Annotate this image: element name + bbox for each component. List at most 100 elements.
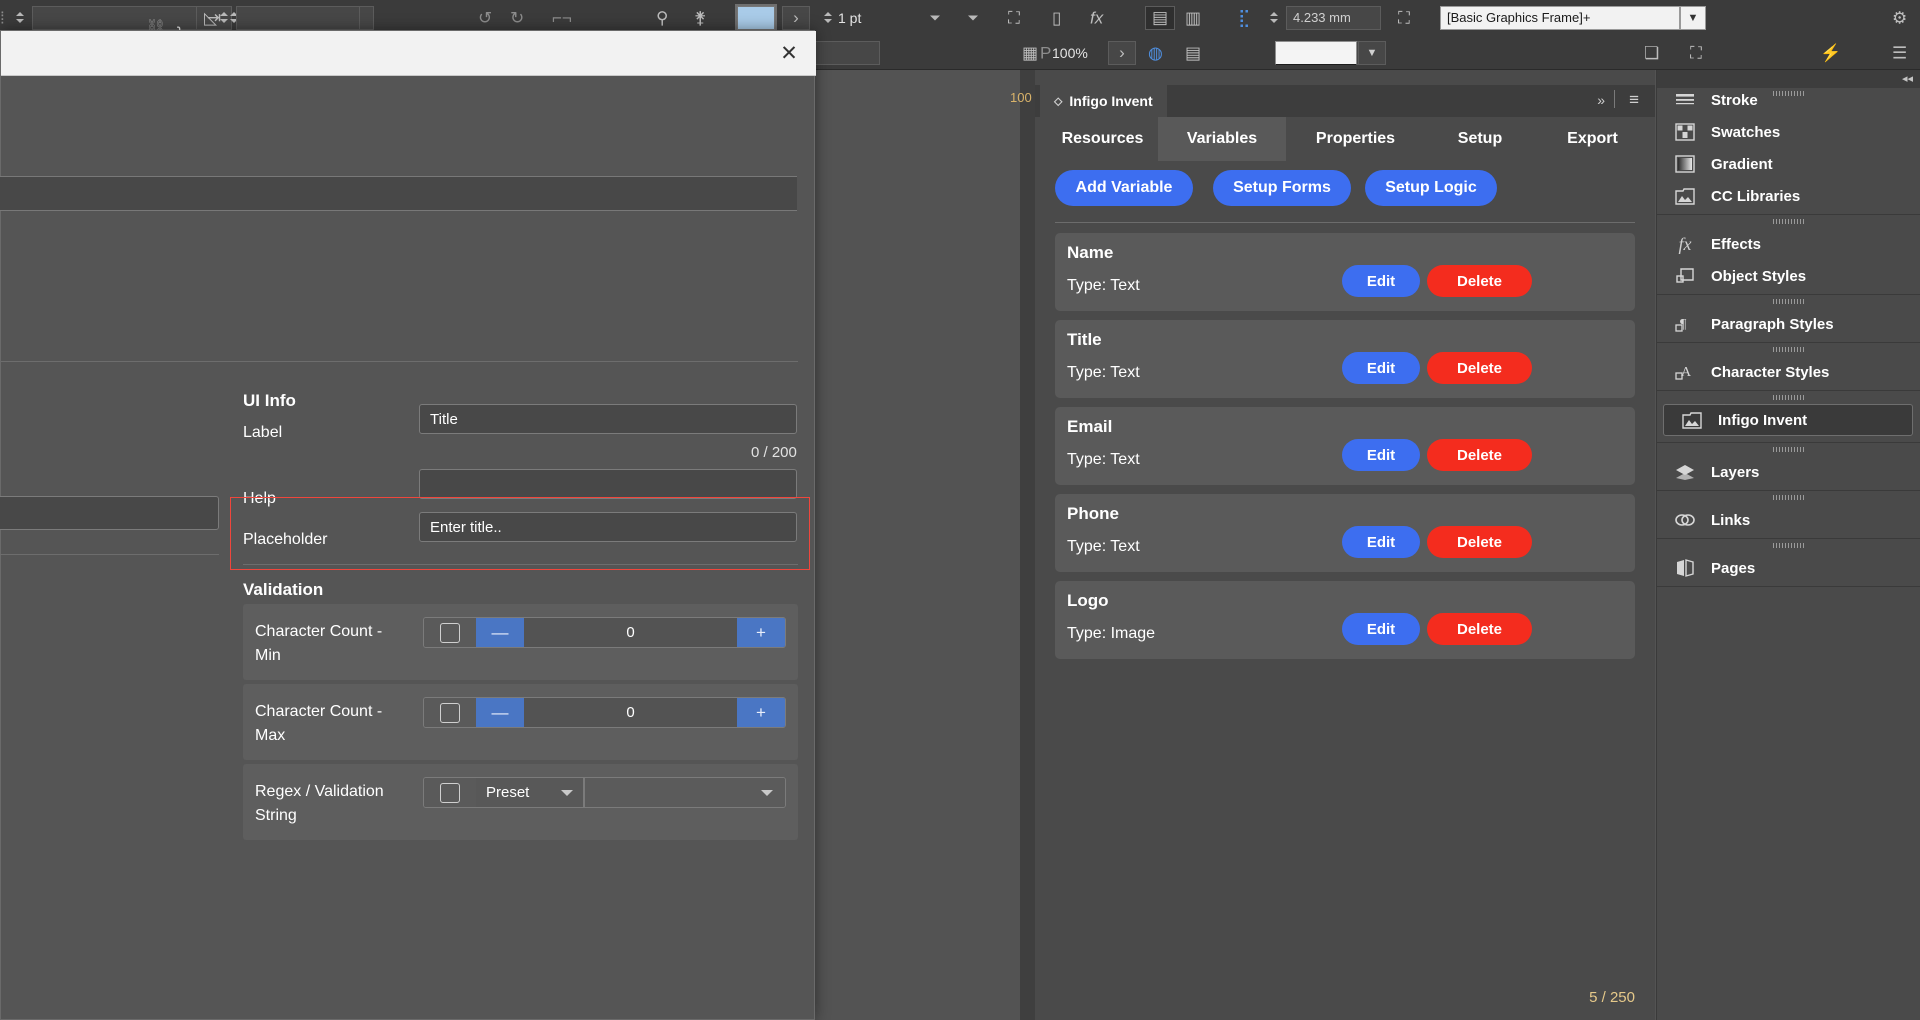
sidebar-item-gradient[interactable]: Gradient bbox=[1657, 148, 1920, 180]
invent-panel-tab[interactable]: ⬦ Infigo Invent bbox=[1040, 85, 1167, 117]
char-count-max-decrement-button[interactable]: — bbox=[476, 698, 524, 727]
gap-value-field[interactable]: 4.233 mm bbox=[1286, 5, 1381, 30]
dock-grip[interactable] bbox=[1657, 540, 1920, 550]
clear-transform-icon[interactable]: ⛶ bbox=[1690, 44, 1702, 61]
sidebar-item-links[interactable]: Links bbox=[1657, 504, 1920, 536]
variable-card-phone[interactable]: Phone Type: Text Edit Delete bbox=[1055, 494, 1635, 572]
duplicate-icon[interactable]: ❏ bbox=[1644, 44, 1659, 61]
object-style-field[interactable]: [Basic Graphics Frame]+ bbox=[1440, 5, 1680, 30]
partial-field-left-upper[interactable] bbox=[0, 496, 219, 530]
flip-v-icon[interactable]: ⚵ bbox=[694, 9, 706, 26]
tab-properties[interactable]: Properties bbox=[1288, 117, 1423, 161]
text-column-icon[interactable]: ▥ bbox=[1185, 9, 1201, 26]
add-variable-button[interactable]: Add Variable bbox=[1055, 170, 1193, 206]
panel-options-menu-icon[interactable]: ≡ bbox=[1629, 90, 1639, 110]
align-field[interactable] bbox=[32, 5, 222, 30]
gap-stepper[interactable] bbox=[1268, 6, 1280, 30]
gap-icon[interactable]: ⣏ bbox=[1238, 9, 1250, 26]
transparency-grid-icon[interactable]: ▦ bbox=[1022, 44, 1038, 61]
char-count-max-checkbox[interactable] bbox=[424, 698, 476, 727]
expand-panels-icon[interactable]: » bbox=[1597, 92, 1605, 108]
sidebar-item-effects[interactable]: fx Effects bbox=[1657, 228, 1920, 260]
edit-button[interactable]: Edit bbox=[1342, 439, 1420, 471]
help-input[interactable] bbox=[419, 469, 797, 499]
align-stepper[interactable] bbox=[14, 6, 26, 30]
swatch-more-button[interactable]: › bbox=[782, 5, 810, 30]
sidebar-item-layers[interactable]: Layers bbox=[1657, 456, 1920, 488]
sidebar-item-swatches[interactable]: Swatches bbox=[1657, 116, 1920, 148]
close-icon[interactable]: ✕ bbox=[776, 41, 802, 67]
opacity-more-button[interactable]: › bbox=[1108, 40, 1136, 65]
vertical-align-icon[interactable]: ▤ bbox=[1185, 44, 1201, 61]
stroke-weight-value[interactable]: 1 pt bbox=[838, 10, 861, 26]
dock-grip[interactable] bbox=[1657, 344, 1920, 354]
tab-setup[interactable]: Setup bbox=[1425, 117, 1535, 161]
delete-button[interactable]: Delete bbox=[1427, 439, 1532, 471]
char-count-min-checkbox[interactable] bbox=[424, 618, 476, 647]
rotate-cw-icon[interactable]: ↻ bbox=[510, 9, 524, 26]
align-menu-icon[interactable]: ⁞ bbox=[0, 9, 5, 26]
char-count-max-value[interactable]: 0 bbox=[524, 698, 737, 727]
flip-h-icon[interactable]: ⚲ bbox=[656, 9, 668, 26]
gear-icon[interactable]: ⚙ bbox=[1892, 9, 1907, 26]
edit-button[interactable]: Edit bbox=[1342, 265, 1420, 297]
setup-forms-button[interactable]: Setup Forms bbox=[1213, 170, 1351, 206]
rotate-ccw-icon[interactable]: ↺ bbox=[478, 9, 492, 26]
stroke-weight-chevron-down-icon[interactable] bbox=[930, 15, 940, 20]
variable-card-email[interactable]: Email Type: Text Edit Delete bbox=[1055, 407, 1635, 485]
char-count-min-decrement-button[interactable]: — bbox=[476, 618, 524, 647]
char-count-min-increment-button[interactable]: + bbox=[737, 618, 785, 647]
char-count-max-stepper[interactable]: — 0 + bbox=[423, 697, 786, 728]
taper-stepper[interactable] bbox=[218, 6, 230, 30]
delete-button[interactable]: Delete bbox=[1427, 265, 1532, 297]
char-count-max-increment-button[interactable]: + bbox=[737, 698, 785, 727]
object-style-icon[interactable]: ⛶ bbox=[1398, 9, 1410, 26]
dock-grip[interactable] bbox=[1657, 392, 1920, 402]
char-count-min-value[interactable]: 0 bbox=[524, 618, 737, 647]
tab-variables[interactable]: Variables bbox=[1158, 117, 1286, 161]
object-style-chevron-down-icon[interactable]: ▼ bbox=[1680, 5, 1706, 30]
frame-icon[interactable]: ▯ bbox=[1052, 9, 1061, 26]
stroke-color-swatch[interactable] bbox=[735, 3, 777, 32]
sidebar-item-paragraph-styles[interactable]: ¶ Paragraph Styles bbox=[1657, 308, 1920, 340]
taper-field[interactable] bbox=[236, 5, 360, 30]
sidebar-item-character-styles[interactable]: A Character Styles bbox=[1657, 356, 1920, 388]
drop-shadow-icon[interactable]: ◍ bbox=[1148, 44, 1163, 61]
panel-menu-icon[interactable]: ☰ bbox=[1892, 44, 1907, 61]
label-input[interactable]: Title bbox=[419, 404, 797, 434]
regex-value-select[interactable] bbox=[584, 778, 785, 807]
variable-card-title[interactable]: Title Type: Text Edit Delete bbox=[1055, 320, 1635, 398]
edit-button[interactable]: Edit bbox=[1342, 526, 1420, 558]
regex-preset-select[interactable]: Preset bbox=[476, 778, 584, 807]
delete-button[interactable]: Delete bbox=[1427, 526, 1532, 558]
opacity-value[interactable]: 100% bbox=[1052, 45, 1088, 61]
stroke-weight-stepper[interactable] bbox=[822, 6, 834, 30]
text-frame-options-icon[interactable]: ▤ bbox=[1145, 5, 1175, 30]
char-count-min-stepper[interactable]: — 0 + bbox=[423, 617, 786, 648]
tab-resources[interactable]: Resources bbox=[1035, 117, 1170, 161]
dock-grip[interactable] bbox=[1657, 492, 1920, 502]
variable-card-logo[interactable]: Logo Type: Image Edit Delete bbox=[1055, 581, 1635, 659]
sidebar-item-stroke[interactable]: Stroke bbox=[1657, 84, 1920, 116]
gradient-preview-swatch[interactable] bbox=[1275, 40, 1357, 65]
setup-logic-button[interactable]: Setup Logic bbox=[1365, 170, 1497, 206]
delete-button[interactable]: Delete bbox=[1427, 352, 1532, 384]
delete-button[interactable]: Delete bbox=[1427, 613, 1532, 645]
variable-card-name[interactable]: Name Type: Text Edit Delete bbox=[1055, 233, 1635, 311]
edit-button[interactable]: Edit bbox=[1342, 352, 1420, 384]
tab-export[interactable]: Export bbox=[1535, 117, 1650, 161]
sidebar-item-cc-libraries[interactable]: CC Libraries bbox=[1657, 180, 1920, 212]
regex-checkbox[interactable] bbox=[424, 778, 476, 807]
sidebar-item-pages[interactable]: Pages bbox=[1657, 552, 1920, 584]
sidebar-item-infigo-invent[interactable]: Infigo Invent bbox=[1663, 404, 1913, 436]
panel-drag-handle-icon[interactable]: ⬦ bbox=[1054, 94, 1062, 109]
dock-grip[interactable] bbox=[1657, 216, 1920, 226]
taper-icon[interactable]: ◺ bbox=[204, 9, 217, 26]
stroke-type-chevron-down-icon[interactable] bbox=[968, 15, 978, 20]
dialog-top-field[interactable] bbox=[0, 176, 797, 211]
dock-grip[interactable] bbox=[1657, 296, 1920, 306]
placeholder-input[interactable]: Enter title.. bbox=[419, 512, 797, 542]
effects-fx-icon[interactable]: fx bbox=[1090, 9, 1103, 26]
edit-button[interactable]: Edit bbox=[1342, 613, 1420, 645]
dock-grip[interactable] bbox=[1657, 444, 1920, 454]
